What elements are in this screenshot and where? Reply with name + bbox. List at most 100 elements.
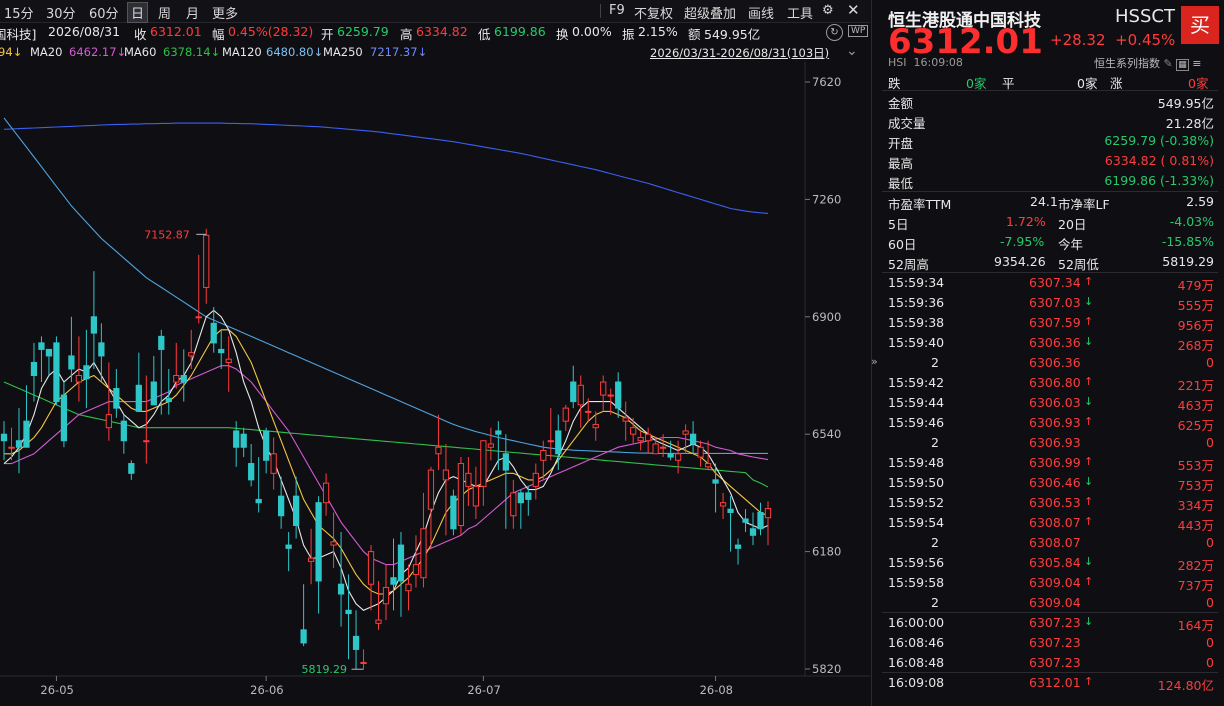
turnover-label: 换: [556, 27, 569, 42]
exchange-time: HSI 16:09:08: [888, 56, 963, 69]
period-more[interactable]: 更多: [212, 3, 238, 22]
tick-price: 6306.93: [1029, 415, 1081, 430]
arrow-down-icon: ↓: [1084, 615, 1094, 628]
candle-up: [487, 443, 494, 448]
tick-row: 15:59:52 6306.53 ↑ 334万: [888, 493, 1218, 513]
period-30m[interactable]: 30分: [46, 3, 76, 22]
tick-row: 15:59:56 6305.84 ↓ 282万: [888, 553, 1218, 573]
tick-time: 15:59:38: [888, 315, 945, 330]
stat-label: 成交量: [888, 116, 926, 131]
candle-up: [645, 433, 652, 442]
draw-line-button[interactable]: 画线: [748, 3, 774, 22]
tick-volume: 282万: [1177, 558, 1214, 573]
tick-volume: 164万: [1177, 618, 1214, 633]
arrow-up-icon: ↑: [1084, 675, 1094, 688]
tools-button[interactable]: 工具: [787, 3, 813, 22]
ratio-label: 20日: [1058, 217, 1087, 232]
period-week[interactable]: 周: [158, 3, 171, 22]
tick-row: 16:09:08 6312.01 ↑ 124.80亿: [882, 672, 1218, 693]
candle-up: [637, 436, 644, 442]
super-overlay-button[interactable]: 超级叠加: [684, 3, 736, 22]
ma20-label: MA20: [30, 45, 63, 59]
arrow-up-icon: ↑: [1084, 375, 1094, 388]
ma120-value: 6480.80↓: [266, 45, 324, 59]
collapse-panel-icon[interactable]: »: [871, 355, 878, 368]
candle-up: [465, 472, 472, 487]
history-icon[interactable]: ↻: [826, 24, 843, 41]
period-day[interactable]: 日: [127, 2, 149, 23]
more-icon[interactable]: ≡: [1192, 57, 1201, 70]
tick-volume: 555万: [1177, 298, 1214, 313]
candle-down: [68, 355, 75, 370]
candle-up: [719, 502, 727, 507]
ma250-label: MA250: [323, 45, 363, 59]
tick-volume: 956万: [1177, 318, 1214, 333]
grid-icon[interactable]: ▦: [1176, 59, 1189, 71]
candle-up: [435, 446, 442, 455]
open-value: 6259.79: [337, 24, 389, 39]
candle-up: [630, 427, 637, 435]
wp-icon[interactable]: WP: [848, 25, 869, 37]
tick-price: 6306.80: [1029, 375, 1081, 390]
low-value: 6199.86: [494, 24, 546, 39]
candle-up: [405, 583, 412, 592]
ratio-row-60d: 60日 -7.95% 今年 -15.85%: [888, 232, 1218, 252]
index-series-row: 恒生系列指数 ✎ ▦ ≡: [1094, 55, 1201, 71]
toolbar-divider: [600, 4, 601, 18]
tick-time: 15:59:44: [888, 395, 945, 410]
tick-volume: 737万: [1177, 578, 1214, 593]
candle-up: [420, 528, 427, 579]
arrow-down-icon: ↓: [1084, 555, 1094, 568]
chevron-down-icon[interactable]: ⌄: [846, 43, 858, 59]
tick-time: 16:08:46: [888, 635, 945, 650]
ma60-label: MA60: [124, 45, 157, 59]
candle-up: [442, 469, 450, 481]
period-60m[interactable]: 60分: [89, 3, 119, 22]
candle-down: [60, 394, 68, 442]
candle-down: [292, 495, 300, 527]
candle-up: [330, 541, 337, 546]
candle-down: [615, 381, 622, 409]
no-adjust-button[interactable]: 不复权: [634, 3, 673, 22]
arrow-up-icon: ↑: [1084, 455, 1094, 468]
candle-down: [352, 635, 360, 650]
y-tick-label: 7260: [812, 192, 841, 206]
tick-row: 15:59:50 6306.46 ↓ 753万: [888, 473, 1218, 493]
tick-time: 16:00:00: [888, 615, 945, 630]
candle-up: [577, 384, 584, 406]
ratio-value: -15.85%: [1161, 234, 1214, 249]
tick-price: 6306.53: [1029, 495, 1081, 510]
candle-down: [180, 375, 187, 383]
f9-button[interactable]: F9: [609, 3, 625, 18]
y-tick-label: 7620: [812, 75, 841, 89]
candle-down: [128, 463, 135, 474]
tick-volume: 334万: [1177, 498, 1214, 513]
ratio-label: 今年: [1058, 237, 1084, 252]
y-tick-label: 6540: [812, 427, 841, 441]
candlestick-chart[interactable]: 7620 7260 6900 6540 6180 5820 26-05 26-06 26-07 2…: [0, 62, 870, 706]
tick-price: 6307.23: [1029, 615, 1081, 630]
candle-up: [203, 234, 210, 288]
period-15m[interactable]: 15分: [4, 3, 34, 22]
tick-price: 6307.23: [1029, 655, 1081, 670]
tick-time: 15:59:52: [888, 495, 945, 510]
y-tick-label: 5820: [812, 662, 841, 676]
candle-up: [510, 492, 517, 517]
settings-gear-icon[interactable]: ⚙: [822, 3, 834, 18]
edit-icon[interactable]: ✎: [1164, 57, 1173, 70]
tick-time: 15:59:56: [888, 555, 945, 570]
low-label: 低: [478, 27, 491, 42]
tick-volume: 625万: [1177, 418, 1214, 433]
arrow-up-icon: ↑: [1084, 515, 1094, 528]
date-range[interactable]: 2026/03/31-2026/08/31(103日): [650, 45, 829, 61]
close-icon[interactable]: ✕: [847, 1, 860, 19]
y-tick-label: 6180: [812, 545, 841, 559]
candle-down: [689, 433, 697, 445]
candle-down: [734, 544, 742, 549]
tick-volume: 443万: [1177, 518, 1214, 533]
tick-volume: 753万: [1177, 478, 1214, 493]
period-month[interactable]: 月: [186, 3, 199, 22]
buy-button[interactable]: 买: [1181, 6, 1219, 44]
tick-row: 15:59:40 6306.36 ↓ 268万: [888, 333, 1218, 353]
candle-up: [562, 407, 569, 422]
